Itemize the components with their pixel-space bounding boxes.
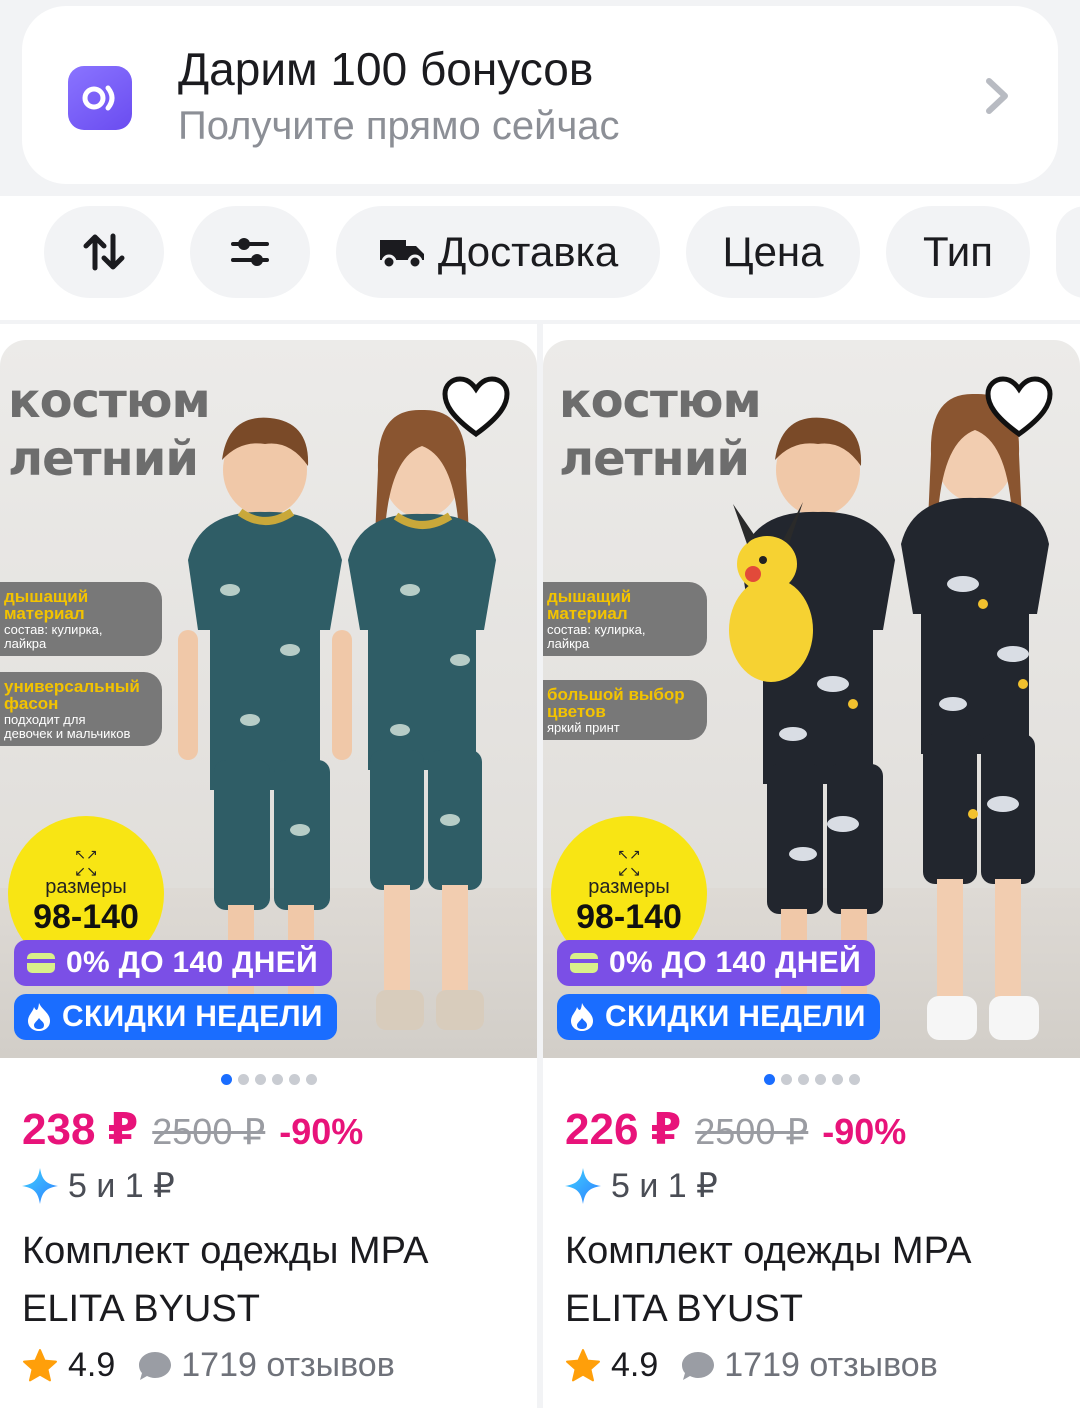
more-filter-chip[interactable] (1056, 206, 1080, 298)
star-icon (565, 1348, 601, 1384)
delivery-filter-chip[interactable]: Доставка (336, 206, 660, 298)
gallery-dots (0, 1074, 537, 1085)
bonus-text: 5 и 1 ₽ (611, 1167, 718, 1205)
promo-subtitle: Получите прямо сейчас (178, 104, 620, 148)
promo-title: Дарим 100 бонусов (178, 43, 594, 95)
rating-row: 4.9 1719 отзывов (565, 1346, 938, 1385)
sort-arrows-icon (82, 232, 126, 272)
truck-icon (378, 234, 426, 270)
bonus-text: 5 и 1 ₽ (68, 1167, 175, 1205)
sort-button[interactable] (44, 206, 164, 298)
old-price: 2500 ₽ (152, 1111, 266, 1152)
reviews-count: 1719 отзывов (724, 1346, 938, 1384)
bonus-row: 5 и 1 ₽ (20, 1166, 175, 1206)
product-title[interactable]: Комплект одежды MPA ELITA BYUST (22, 1222, 522, 1338)
gallery-dot (305, 1074, 317, 1085)
card-icon (569, 952, 599, 974)
promo-banner[interactable]: Дарим 100 бонусов Получите прямо сейчас (22, 6, 1058, 184)
product-image[interactable]: костюм летний дышащий материал состав: к… (0, 340, 537, 1058)
app-logo-icon (68, 66, 132, 130)
rating-row: 4.9 1719 отзывов (22, 1346, 395, 1385)
comment-icon (680, 1350, 716, 1382)
gallery-dot (814, 1074, 826, 1085)
comment-icon (137, 1350, 173, 1382)
price-row: 226 ₽ 2500 ₽ -90% (565, 1104, 906, 1155)
feature-tag-material: дышащий материал состав: кулирка, лайкра (543, 582, 707, 656)
gallery-dot-active (763, 1074, 775, 1085)
weekly-sale-badge: СКИДКИ НЕДЕЛИ (557, 994, 880, 1040)
rating-value: 4.9 (611, 1346, 659, 1384)
chevron-right-icon (984, 76, 1010, 121)
gallery-dot (271, 1074, 283, 1085)
sliders-icon (230, 234, 270, 270)
price-row: 238 ₽ 2500 ₽ -90% (22, 1104, 363, 1155)
product-card[interactable]: костюм летний дышащий материал состав: к… (543, 324, 1080, 1408)
gallery-dots (543, 1074, 1080, 1085)
type-filter-label: Тип (922, 228, 993, 275)
price-filter-label: Цена (722, 228, 824, 275)
type-filter-chip[interactable]: Тип (886, 206, 1030, 298)
delivery-filter-label: Доставка (437, 228, 619, 275)
gallery-dot (288, 1074, 300, 1085)
product-title[interactable]: Комплект одежды MPA ELITA BYUST (565, 1222, 1065, 1338)
card-icon (26, 952, 56, 974)
feature-tag-colors: большой выбор цветов яркий принт (543, 680, 707, 740)
gallery-dot (237, 1074, 249, 1085)
rating-value: 4.9 (68, 1346, 116, 1384)
sparkle-icon (20, 1166, 60, 1206)
filters-button[interactable] (190, 206, 310, 298)
favorite-heart-icon[interactable] (441, 376, 511, 445)
expand-arrows-icon: ↖↗ ↙↘ (617, 846, 641, 879)
gallery-dot-active (220, 1074, 232, 1085)
filter-bar: Доставка Цена Тип (0, 196, 1080, 320)
feature-tag-material: дышащий материал состав: кулирка, лайкра (0, 582, 162, 656)
installment-badge: 0% ДО 140 ДНЕЙ (14, 940, 332, 986)
weekly-sale-badge: СКИДКИ НЕДЕЛИ (14, 994, 337, 1040)
current-price: 226 ₽ (565, 1105, 682, 1154)
discount-percent: -90% (279, 1111, 364, 1152)
bonus-row: 5 и 1 ₽ (563, 1166, 718, 1206)
fire-icon (26, 1002, 52, 1032)
old-price: 2500 ₽ (695, 1111, 809, 1152)
product-image[interactable]: костюм летний дышащий материал состав: к… (543, 340, 1080, 1058)
gallery-dot (831, 1074, 843, 1085)
star-icon (22, 1348, 58, 1384)
gallery-dot (848, 1074, 860, 1085)
installment-badge: 0% ДО 140 ДНЕЙ (557, 940, 875, 986)
product-grid: костюм летний дышащий материал состав: к… (0, 324, 1080, 1408)
discount-percent: -90% (822, 1111, 907, 1152)
fire-icon (569, 1002, 595, 1032)
feature-tag-style: универсальный фасон подходит для девочек… (0, 672, 162, 746)
gallery-dot (254, 1074, 266, 1085)
product-card[interactable]: костюм летний дышащий материал состав: к… (0, 324, 537, 1408)
favorite-heart-icon[interactable] (984, 376, 1054, 445)
sparkle-icon (563, 1166, 603, 1206)
reviews-count: 1719 отзывов (181, 1346, 395, 1384)
gallery-dot (797, 1074, 809, 1085)
current-price: 238 ₽ (22, 1105, 139, 1154)
gallery-dot (780, 1074, 792, 1085)
expand-arrows-icon: ↖↗ ↙↘ (74, 846, 98, 879)
price-filter-chip[interactable]: Цена (686, 206, 860, 298)
